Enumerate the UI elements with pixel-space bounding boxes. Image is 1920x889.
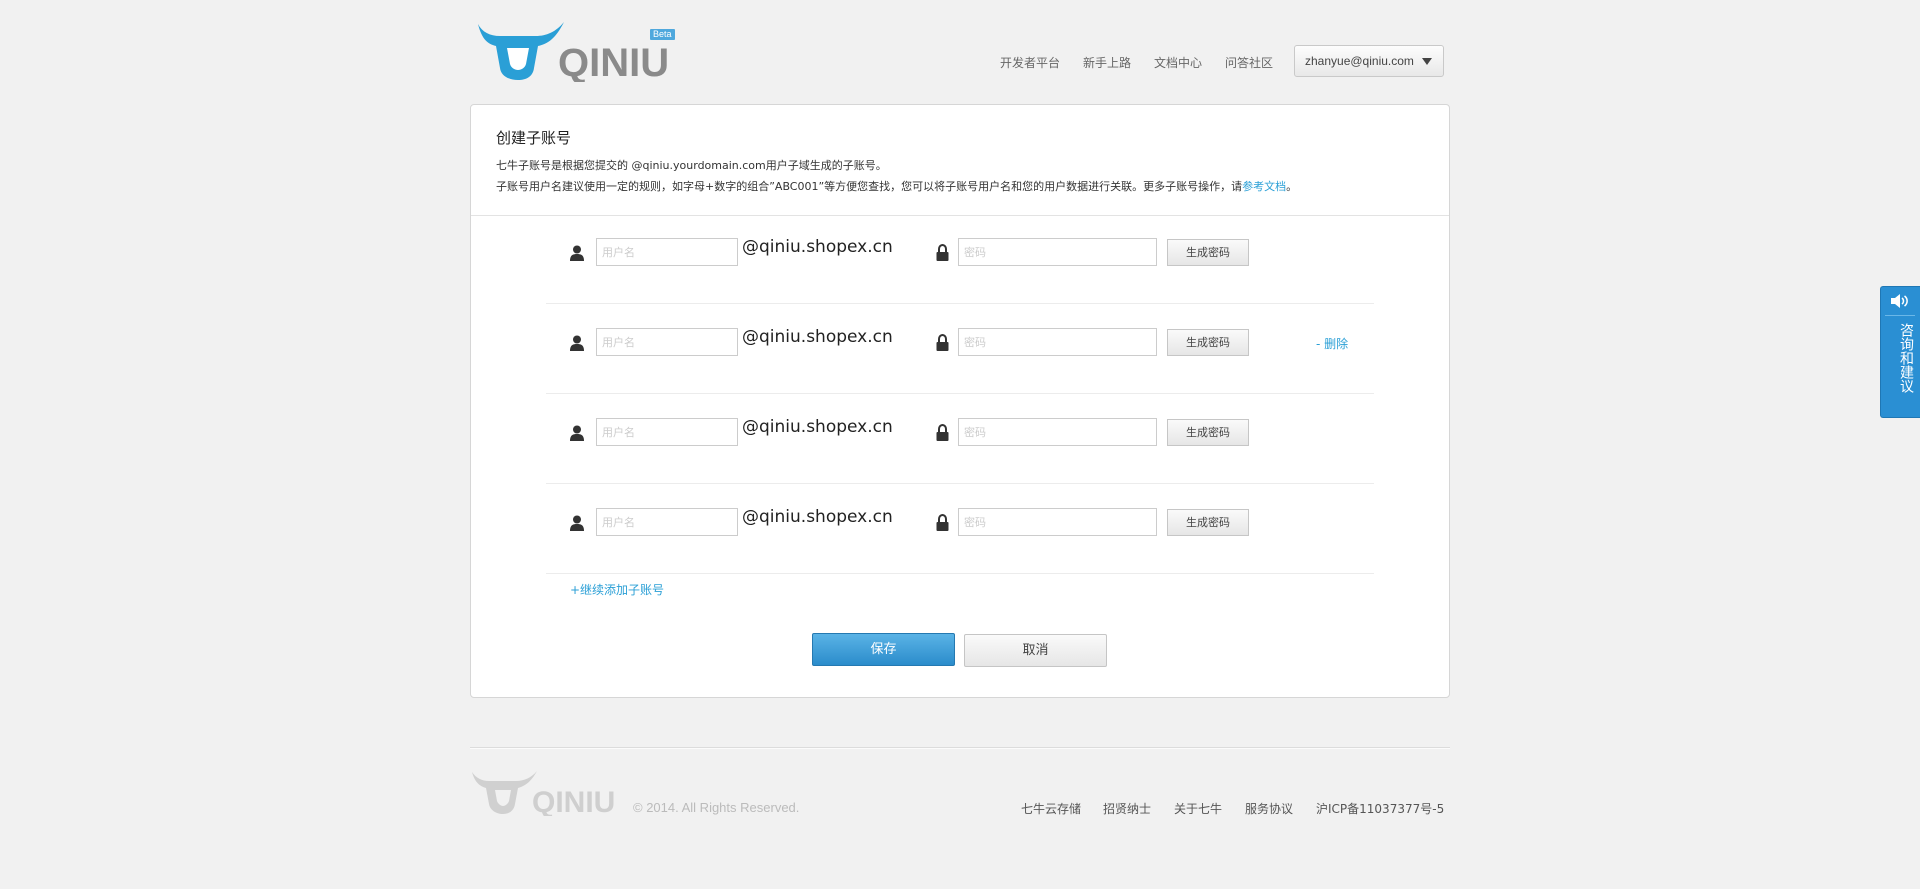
- username-input[interactable]: [596, 508, 738, 536]
- reference-docs-link[interactable]: 参考文档: [1242, 180, 1286, 193]
- row-divider: [546, 573, 1374, 574]
- nav-getting-started[interactable]: 新手上路: [1083, 54, 1131, 71]
- row-divider: [546, 483, 1374, 484]
- username-input[interactable]: [596, 328, 738, 356]
- password-input[interactable]: [958, 418, 1157, 446]
- domain-suffix: @qiniu.shopex.cn: [742, 417, 893, 437]
- generate-password-button[interactable]: 生成密码: [1167, 509, 1249, 536]
- user-email: zhanyue@qiniu.com: [1305, 54, 1414, 68]
- footer-logo-text: QINIU: [532, 786, 615, 816]
- cancel-button[interactable]: 取消: [964, 634, 1107, 667]
- description-line-1: 七牛子账号是根据您提交的 @qiniu.yourdomain.com用户子域生成…: [496, 159, 887, 172]
- qiniu-logo[interactable]: QINIU: [474, 18, 678, 82]
- generate-password-button[interactable]: 生成密码: [1167, 329, 1249, 356]
- feedback-separator: [1885, 315, 1915, 316]
- footer-link-about[interactable]: 关于七牛: [1174, 800, 1222, 817]
- nav-developer-platform[interactable]: 开发者平台: [1000, 54, 1060, 71]
- user-icon: [570, 425, 584, 441]
- password-input[interactable]: [958, 508, 1157, 536]
- lock-icon: [936, 424, 949, 441]
- beta-badge: Beta: [650, 29, 675, 40]
- footer-logo: QINIU: [472, 771, 615, 816]
- save-button[interactable]: 保存: [812, 633, 955, 666]
- subaccount-row: @qiniu.shopex.cn 生成密码: [546, 395, 1374, 484]
- domain-suffix: @qiniu.shopex.cn: [742, 237, 893, 257]
- lock-icon: [936, 334, 949, 351]
- add-subaccount-link[interactable]: +继续添加子账号: [570, 581, 664, 598]
- page-title: 创建子账号: [496, 129, 572, 147]
- subaccount-row: @qiniu.shopex.cn 生成密码: [546, 215, 1374, 304]
- user-icon: [570, 515, 584, 531]
- footer-link-careers[interactable]: 招贤纳士: [1103, 800, 1151, 817]
- row-divider: [546, 303, 1374, 304]
- subaccount-row: @qiniu.shopex.cn 生成密码 - 删除: [546, 305, 1374, 394]
- chevron-down-icon: [1422, 58, 1432, 65]
- subaccount-row: @qiniu.shopex.cn 生成密码: [546, 485, 1374, 574]
- delete-row-link[interactable]: - 删除: [1316, 335, 1348, 352]
- username-input[interactable]: [596, 418, 738, 446]
- copyright-text: © 2014. All Rights Reserved.: [633, 800, 800, 815]
- user-icon: [570, 335, 584, 351]
- footer-link-icp[interactable]: 沪ICP备11037377号-5: [1316, 800, 1444, 817]
- lock-icon: [936, 514, 949, 531]
- lock-icon: [936, 244, 949, 261]
- logo-text: QINIU: [558, 41, 669, 82]
- password-input[interactable]: [958, 238, 1157, 266]
- nav-docs-center[interactable]: 文档中心: [1154, 54, 1202, 71]
- speaker-icon: [1891, 294, 1908, 308]
- domain-suffix: @qiniu.shopex.cn: [742, 507, 893, 527]
- username-input[interactable]: [596, 238, 738, 266]
- generate-password-button[interactable]: 生成密码: [1167, 239, 1249, 266]
- feedback-label: 咨询和建议: [1898, 323, 1914, 393]
- password-input[interactable]: [958, 328, 1157, 356]
- generate-password-button[interactable]: 生成密码: [1167, 419, 1249, 446]
- feedback-tab[interactable]: 咨询和建议: [1880, 286, 1920, 418]
- description-line-2: 子账号用户名建议使用一定的规则，如字母+数字的组合”ABC001”等方便您查找，…: [496, 180, 1298, 193]
- user-account-dropdown[interactable]: zhanyue@qiniu.com: [1294, 45, 1444, 77]
- footer-divider-highlight: [470, 748, 1450, 749]
- user-icon: [570, 245, 584, 261]
- domain-suffix: @qiniu.shopex.cn: [742, 327, 893, 347]
- footer-link-terms[interactable]: 服务协议: [1245, 800, 1293, 817]
- row-divider: [546, 393, 1374, 394]
- footer-link-qiniu-storage[interactable]: 七牛云存储: [1021, 800, 1081, 817]
- nav-qa-community[interactable]: 问答社区: [1225, 54, 1273, 71]
